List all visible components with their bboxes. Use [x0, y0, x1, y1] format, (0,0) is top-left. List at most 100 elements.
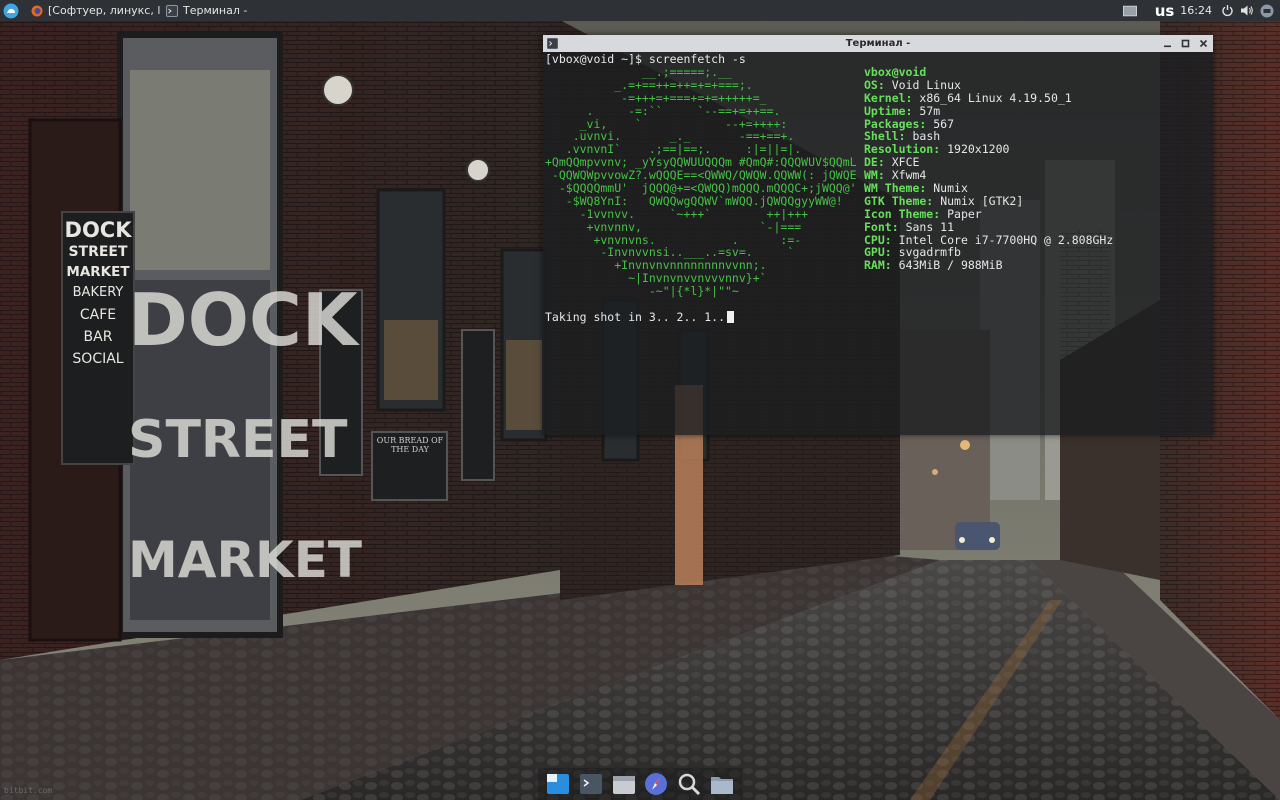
sign-text: STREET	[68, 244, 128, 260]
dock-item-files[interactable]	[611, 771, 637, 797]
dock-item-terminal[interactable]	[578, 771, 604, 797]
system-tray: us 16:24	[1122, 0, 1280, 21]
ascii-logo-line: __.;=====;.__	[545, 65, 732, 79]
info-rows: OS: Void Linux Kernel: x86_64 Linux 4.19.…	[864, 77, 1114, 273]
workspace-switcher[interactable]	[1122, 4, 1137, 18]
info-key: Uptime:	[864, 103, 913, 118]
info-key: Packages:	[864, 116, 927, 131]
info-value: Void Linux	[891, 77, 961, 92]
chalkboard-text: OUR BREAD OF THE DAY	[376, 436, 444, 454]
taskbar-item-label: [Софтуер, линукс, l...	[48, 4, 161, 17]
terminal-output[interactable]: [vbox@void ~]$ screenfetch -s __.;=====;…	[543, 52, 1213, 324]
window-lettering: DOCK STREET MARKET	[128, 260, 362, 620]
info-value: bash	[912, 129, 941, 144]
file-manager-icon	[547, 774, 570, 794]
applications-menu-button[interactable]	[2, 2, 20, 20]
ascii-logo-line: -~"|{*l}*|""~	[545, 284, 739, 299]
info-key: Shell:	[864, 129, 906, 144]
dock-item-file-manager[interactable]	[545, 771, 571, 797]
terminal-icon[interactable]	[547, 38, 558, 49]
user-session-button[interactable]	[1260, 4, 1274, 18]
info-key: Icon Theme:	[864, 206, 941, 221]
ascii-logo-line: +vnvnnv, `-|===	[545, 219, 802, 234]
info-key: WM Theme:	[864, 181, 927, 196]
volume-icon	[1241, 5, 1253, 16]
info-value: Sans 11	[905, 219, 955, 234]
info-value: Numix [GTK2]	[940, 193, 1024, 208]
window-text: STREET	[128, 410, 348, 470]
info-key: RAM:	[864, 258, 892, 273]
files-icon	[612, 776, 635, 794]
dock-item-web-browser[interactable]	[643, 771, 669, 797]
info-value: 57m	[919, 103, 941, 118]
search-icon	[678, 773, 701, 796]
sign-text: MARKET	[66, 264, 130, 280]
ascii-logo-line: -$WQ8YnI: QWQQwgQQWV`mWQQ.jQWQQgyyWW@!	[545, 193, 843, 208]
ascii-logo-line: . -=:`` `--==+=++==.	[545, 103, 781, 118]
terminal-icon	[579, 774, 602, 794]
power-button[interactable]	[1220, 4, 1234, 18]
sign-text: DOCK	[64, 218, 132, 242]
info-key: GTK Theme:	[864, 193, 934, 208]
info-key: GPU:	[864, 245, 892, 260]
close-icon	[1199, 39, 1207, 48]
ascii-logo-line: _.=+==++=++=+=+===;.	[545, 77, 753, 92]
info-value: 567	[933, 116, 955, 131]
info-value: Paper	[947, 206, 982, 221]
taskbar-item-label: Терминал -	[183, 4, 248, 17]
countdown-text: Taking shot in 3.. 2.. 1..	[545, 310, 726, 324]
window-text: DOCK	[128, 278, 358, 362]
session-icon	[1260, 4, 1274, 17]
maximize-button[interactable]	[1179, 38, 1191, 50]
screenshot-countdown-line: Taking shot in 3.. 2.. 1..	[545, 310, 735, 324]
minimize-button[interactable]	[1161, 38, 1173, 50]
info-key: Resolution:	[864, 142, 941, 157]
keyboard-layout-indicator[interactable]: us	[1155, 2, 1175, 20]
volume-button[interactable]	[1240, 4, 1254, 18]
sign-text: CAFE	[79, 307, 117, 323]
void-ascii-logo: __.;=====;.__ _.=+==++=++=+=+===;. -=+++…	[545, 66, 857, 298]
info-value: 643MiB / 988MiB	[898, 258, 1003, 273]
info-value: Xfwm4	[891, 168, 927, 183]
clock[interactable]: 16:24	[1180, 4, 1212, 17]
text-cursor	[727, 311, 735, 323]
info-key: CPU:	[864, 232, 892, 247]
window-titlebar[interactable]: Терминал -	[543, 35, 1213, 52]
info-value: x86_64 Linux 4.19.50_1	[919, 90, 1072, 105]
command-prompt-line: [vbox@void ~]$ screenfetch -s	[545, 52, 746, 66]
window-title: Терминал -	[845, 38, 911, 49]
info-key: OS:	[864, 77, 885, 92]
info-key: WM:	[864, 168, 885, 183]
info-value: Intel Core i7-7700HQ @ 2.808GHz	[898, 232, 1114, 247]
taskbar-item-terminal[interactable]: Терминал -	[161, 0, 311, 21]
ascii-logo-line: -1vvnvv. `~+++` ++|+++	[545, 206, 809, 221]
maximize-icon	[1181, 39, 1189, 48]
firefox-icon	[31, 5, 43, 16]
info-key: Font:	[864, 219, 899, 234]
ascii-logo-line: -$QQQQmmU' jQQQ@+=<QWQQ)mQQQ.mQQQC+;jWQQ…	[545, 181, 857, 196]
info-value: XFCE	[891, 155, 920, 170]
terminal-window[interactable]: Терминал - [vbox@void ~]$ screenfetch -s…	[543, 35, 1213, 435]
window-text: MARKET	[128, 531, 362, 589]
taskbar-item-firefox[interactable]: [Софтуер, линукс, l...	[26, 0, 161, 21]
window-controls	[1161, 35, 1209, 52]
dock-item-folder[interactable]	[709, 771, 735, 797]
ascii-logo-line: -=+++=+===+=+=+++++=_	[545, 90, 767, 105]
info-value: 1920x1200	[947, 142, 1010, 157]
info-value: svgadrmfb	[898, 245, 961, 260]
folder-icon	[710, 777, 733, 794]
market-sign: DOCK STREET MARKET BAKERY CAFE BAR SOCIA…	[64, 218, 132, 370]
system-info: vbox@void OS: Void Linux Kernel: x86_64 L…	[864, 66, 1113, 272]
info-value: Numix	[933, 181, 968, 196]
sign-text: BAR	[83, 329, 113, 345]
dock	[538, 768, 742, 800]
top-panel: [Софтуер, линукс, l... Терминал - us 16:…	[0, 0, 1280, 21]
sign-text: BAKERY	[72, 285, 124, 300]
dock-item-search[interactable]	[676, 771, 702, 797]
workspace-icon	[1122, 5, 1137, 16]
power-icon	[1221, 5, 1233, 17]
info-key: DE:	[864, 155, 885, 170]
minimize-icon	[1163, 45, 1171, 48]
xfce-menu-icon	[3, 3, 19, 18]
close-button[interactable]	[1197, 38, 1209, 50]
